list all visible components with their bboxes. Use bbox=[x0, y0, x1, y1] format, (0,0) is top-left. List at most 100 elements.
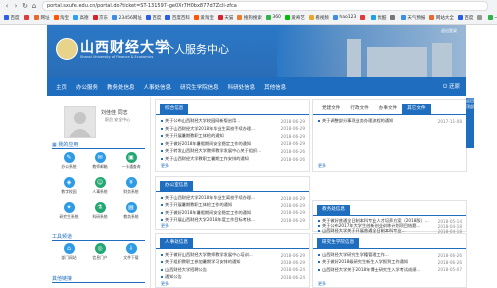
list-item[interactable]: 关于开展暑期教职工体检的通知 2018-06-29 bbox=[161, 133, 305, 139]
logout-link[interactable]: 退出登录 bbox=[441, 28, 457, 34]
grad-more-link[interactable]: 更多 bbox=[318, 281, 326, 287]
app-tile[interactable]: ◈ 数字校园 bbox=[58, 177, 80, 195]
grad-panel: 研究生学院信息 更多 山西财经大学研究生学籍管理工作... 2018-06-26 关… bbox=[312, 233, 467, 288]
list-item[interactable]: 关于做好2018年暑假期间安全稳定工作的通知 2018-06-29 bbox=[161, 210, 305, 216]
app-tile[interactable]: ✦ 研究生系统 bbox=[58, 202, 80, 220]
list-item-title: 关于开展暑期教职工体检工作的通知 bbox=[165, 202, 233, 208]
list-item[interactable]: 关于公布山西财经大学校园网新版启用... 2018-06-29 bbox=[161, 118, 305, 124]
hr-more-link[interactable]: 更多 bbox=[161, 281, 169, 287]
app-tile[interactable]: ⇩ 文件下载 bbox=[120, 243, 142, 261]
list-item[interactable]: 山西财经大学关于2018年博士研究生入学考试成绩... 2018-05-07 bbox=[318, 267, 462, 273]
home-icon[interactable]: ⌂ bbox=[30, 2, 38, 10]
bookmark-item[interactable]: hao123 bbox=[332, 15, 356, 20]
back-to-top-tab[interactable]: 返回顶部 bbox=[466, 98, 474, 148]
bookmark-item[interactable]: 网站大全 bbox=[429, 15, 454, 21]
url-input[interactable]: portal.sxufe.edu.cn/portal.do?ticket=ST-… bbox=[42, 1, 488, 11]
list-item[interactable]: 关于开展山西财经大学2018年度工作目标考核... 2018-06-29 bbox=[161, 217, 305, 223]
app-tile[interactable]: ✎ 办公系统 bbox=[58, 152, 80, 170]
tab-document-category[interactable]: 行政文件 bbox=[345, 104, 373, 114]
bookmark-label: 看视频 bbox=[315, 15, 329, 21]
academic-panel-title[interactable]: 教务处信息 bbox=[317, 205, 350, 215]
bookmark-item[interactable]: 搜狗搜索 bbox=[237, 15, 262, 21]
nav-hr[interactable]: 人事处信息 bbox=[144, 83, 172, 91]
forward-icon[interactable]: › bbox=[12, 2, 20, 10]
nav-home[interactable]: 主页 bbox=[56, 83, 67, 91]
nav-academic[interactable]: 教务处信息 bbox=[107, 83, 135, 91]
bookmark-item[interactable]: 360 bbox=[265, 15, 281, 20]
tab-document-category[interactable]: 办事文件 bbox=[374, 104, 402, 114]
campus-photo bbox=[277, 25, 466, 77]
bookmark-item[interactable] bbox=[23, 15, 31, 20]
list-item[interactable]: 关于山西财经大学2018年毕业生离校手续办理... 2018-06-29 bbox=[161, 126, 305, 132]
bookmark-item[interactable] bbox=[360, 15, 367, 20]
tab-document-category[interactable]: 党建文件 bbox=[317, 104, 345, 114]
app-tile[interactable]: ¥ 财务系统 bbox=[120, 177, 142, 195]
nav-other[interactable]: 其他信息 bbox=[264, 83, 286, 91]
list-item[interactable]: 通知公告 2018-06-24 bbox=[161, 274, 305, 280]
list-item[interactable]: 关于做好山西财经大学教师教学发展中心培训... 2018-06-29 bbox=[161, 252, 305, 258]
app-tile[interactable]: ⚗ 科研系统 bbox=[89, 202, 111, 220]
nav-research[interactable]: 科研处信息 bbox=[228, 83, 256, 91]
reload-icon[interactable]: ↻ bbox=[21, 2, 29, 10]
list-item[interactable]: 关于山西财经大学2018年毕业生离校手续办理... 2018-06-29 bbox=[161, 195, 305, 201]
restore-link[interactable]: ⏻ 还原 bbox=[443, 82, 460, 91]
bookmark-item[interactable]: 百度 bbox=[4, 15, 20, 21]
bookmark-item[interactable]: 百度百科 bbox=[165, 15, 190, 21]
bullet-icon bbox=[161, 158, 163, 160]
bookmark-item[interactable]: 23456网址 bbox=[112, 15, 142, 21]
app-tile[interactable]: ☺ 人事系统 bbox=[89, 177, 111, 195]
app-tile[interactable]: ▣ 一卡通查询 bbox=[120, 152, 142, 170]
bookmark-item[interactable]: 一分钟链接 bbox=[487, 15, 497, 21]
bookmark-item[interactable] bbox=[390, 15, 397, 20]
list-item[interactable]: 关于转发山西财经大学教师教学发展中心关于组织... 2018-06-26 bbox=[161, 148, 305, 154]
office-more-link[interactable]: 更多 bbox=[161, 223, 169, 229]
list-item[interactable]: 山西财经大学招聘公告 2018-06-24 bbox=[161, 267, 305, 273]
bookmark-item[interactable]: 爱奇艺 bbox=[284, 15, 305, 21]
documents-more-link[interactable]: 更多 bbox=[318, 163, 326, 169]
nav-office[interactable]: 办公服务 bbox=[76, 83, 98, 91]
app-icon: ▣ bbox=[125, 152, 137, 163]
app-tile[interactable]: ✉ 教师邮箱 bbox=[89, 152, 111, 170]
back-icon[interactable]: ‹ bbox=[3, 2, 11, 10]
list-item[interactable]: 关于调整部分事项业务办理流程的通知 2017-11-08 bbox=[318, 118, 462, 124]
user-name: 刘佳佳 同志 bbox=[101, 110, 128, 116]
bookmark-label: 23456网址 bbox=[118, 15, 142, 21]
hr-panel-title[interactable]: 人事处信息 bbox=[160, 238, 193, 248]
app-tile[interactable]: ⌂ 部门网站 bbox=[58, 243, 80, 261]
list-item[interactable]: 关于组织教职工参加暑期学习安排的通知 2018-06-29 bbox=[161, 259, 305, 265]
divider bbox=[52, 148, 145, 149]
main-nav: 主页 办公服务 教务处信息 人事处信息 研究生学院信息 科研处信息 其他信息 ⏻… bbox=[47, 77, 466, 96]
bookmark-item[interactable]: 百度 bbox=[457, 15, 473, 21]
tab-document-category[interactable]: 其它文件 bbox=[402, 104, 431, 114]
hr-panel: 人事处信息 更多 关于做好山西财经大学教师教学发展中心培训... 2018-06-… bbox=[155, 233, 310, 288]
list-item[interactable]: 关于开展暑期教职工体检工作的通知 2018-06-29 bbox=[161, 202, 305, 208]
bookmark-item[interactable]: 天气预报 bbox=[400, 15, 425, 21]
building-shape bbox=[367, 47, 427, 77]
bookmark-favicon-icon bbox=[477, 15, 483, 20]
nav-grad[interactable]: 研究生学院信息 bbox=[180, 83, 219, 91]
bookmark-item[interactable] bbox=[477, 15, 484, 20]
list-item[interactable]: 山西财经大学研究生学籍管理工作... 2018-06-26 bbox=[318, 252, 462, 258]
list-item[interactable]: 关于做好2018级研究生新生入学报到工作通知 2018-06-26 bbox=[318, 259, 462, 265]
grad-panel-title[interactable]: 研究生学院信息 bbox=[317, 238, 360, 248]
avatar[interactable] bbox=[64, 106, 96, 138]
bookmark-item[interactable]: 淘宝 bbox=[53, 15, 69, 21]
app-tile[interactable]: ◎ 信息门户 bbox=[89, 243, 111, 261]
bookmark-item[interactable]: 优酷 bbox=[370, 15, 386, 21]
list-item[interactable]: 关于做好2018年暑假期间安全稳定工作的通知 2018-06-29 bbox=[161, 141, 305, 147]
list-item-date: 2018-06-29 bbox=[280, 202, 305, 208]
bookmark-item[interactable]: 百度 bbox=[145, 15, 161, 21]
bookmark-item[interactable]: 京东 bbox=[92, 15, 108, 21]
bookmark-item[interactable]: 看视频 bbox=[308, 15, 329, 21]
bookmark-item[interactable]: 天猫 bbox=[217, 15, 233, 21]
news-panel-title[interactable]: 综合信息 bbox=[160, 104, 189, 114]
bookmark-item[interactable]: 高德 bbox=[73, 15, 89, 21]
bookmark-item[interactable]: 爱淘宝 bbox=[193, 15, 214, 21]
news-more-link[interactable]: 更多 bbox=[161, 163, 169, 169]
portal-title: 个人服务中心 bbox=[163, 43, 229, 56]
app-tile[interactable]: ▤ 教务系统 bbox=[120, 202, 142, 220]
list-item[interactable]: 关于山西财经大学教职工暑期工作安排的通知 2018-06-26 bbox=[161, 156, 305, 162]
app-label: 部门网站 bbox=[61, 255, 77, 260]
office-panel-title[interactable]: 办公室信息 bbox=[160, 181, 193, 191]
bookmark-item[interactable]: 网址 bbox=[34, 15, 50, 21]
